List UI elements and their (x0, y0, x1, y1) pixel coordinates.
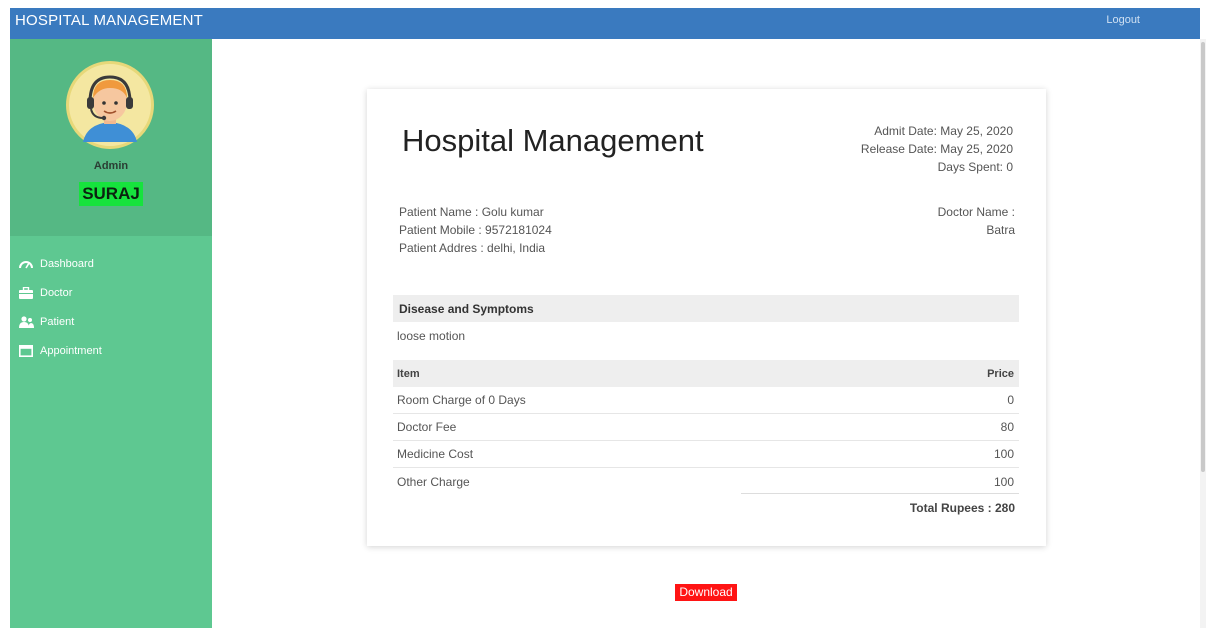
brand-title[interactable]: HOSPITAL MANAGEMENT (15, 12, 203, 29)
profile-panel: Admin SURAJ (10, 39, 212, 236)
users-icon (18, 315, 34, 328)
invoice-card: Hospital Management Admit Date: May 25, … (367, 89, 1046, 546)
row-price: 100 (993, 474, 1014, 489)
sidebar-item-label: Appointment (40, 344, 102, 357)
username-badge: SURAJ (79, 182, 143, 206)
support-agent-icon (83, 75, 137, 142)
sidebar-item-patient[interactable]: Patient (18, 307, 102, 336)
total-divider (741, 493, 1019, 494)
row-item: Room Charge of 0 Days (397, 393, 526, 407)
sidebar-item-label: Patient (40, 315, 75, 328)
sidebar-item-doctor[interactable]: Doctor (18, 278, 102, 307)
table-row: Medicine Cost 100 (393, 441, 1019, 468)
disease-section-header: Disease and Symptoms (393, 295, 1019, 322)
row-item: Medicine Cost (397, 447, 474, 461)
admission-dates: Admit Date: May 25, 2020 Release Date: M… (861, 122, 1013, 176)
table-header: Item Price (393, 360, 1019, 387)
release-date: Release Date: May 25, 2020 (860, 142, 1013, 156)
logout-link[interactable]: Logout (1106, 14, 1140, 26)
sidebar-nav: Dashboard Doctor Patient Appointment (18, 249, 102, 365)
column-header-price: Price (987, 367, 1014, 380)
doctor-name: Batra (986, 223, 1015, 237)
days-spent: Days Spent: 0 (937, 160, 1013, 174)
row-price: 80 (1000, 420, 1014, 434)
table-row: Doctor Fee 80 (393, 414, 1019, 441)
table-row: Room Charge of 0 Days 0 (393, 387, 1019, 414)
user-role: Admin (93, 160, 129, 172)
row-item: Doctor Fee (397, 420, 457, 434)
calendar-icon (18, 344, 34, 357)
sidebar-item-label: Doctor (40, 286, 73, 299)
patient-mobile: Patient Mobile : 9572181024 (399, 223, 552, 237)
sidebar-item-appointment[interactable]: Appointment (18, 336, 102, 365)
patient-address: Patient Addres : delhi, India (399, 241, 546, 255)
column-header-item: Item (397, 367, 420, 380)
sidebar: Admin SURAJ Dashboard Doctor Patient App… (10, 39, 212, 628)
top-navbar: HOSPITAL MANAGEMENT Logout (10, 8, 1200, 39)
briefcase-icon (18, 286, 34, 299)
row-price: 100 (993, 447, 1014, 461)
doctor-label: Doctor Name : (937, 205, 1015, 219)
avatar (66, 61, 154, 149)
invoice-title: Hospital Management (402, 123, 704, 158)
total-amount: Total Rupees : 280 (909, 501, 1015, 515)
scrollbar-thumb[interactable] (1201, 42, 1205, 472)
symptoms-text: loose motion (397, 329, 466, 343)
tachometer-icon (18, 257, 34, 270)
download-button[interactable]: Download (675, 584, 737, 601)
admit-date: Admit Date: May 25, 2020 (874, 124, 1013, 138)
sidebar-item-label: Dashboard (40, 257, 94, 270)
doctor-details: Doctor Name : Batra (938, 203, 1015, 239)
patient-name: Patient Name : Golu kumar (399, 205, 544, 219)
row-price: 0 (1007, 393, 1014, 407)
sidebar-item-dashboard[interactable]: Dashboard (18, 249, 102, 278)
charges-table: Item Price Room Charge of 0 Days 0 Docto… (393, 360, 1019, 495)
patient-details: Patient Name : Golu kumar Patient Mobile… (399, 203, 552, 257)
row-item: Other Charge (397, 474, 470, 489)
table-row: Other Charge 100 (393, 468, 1019, 495)
